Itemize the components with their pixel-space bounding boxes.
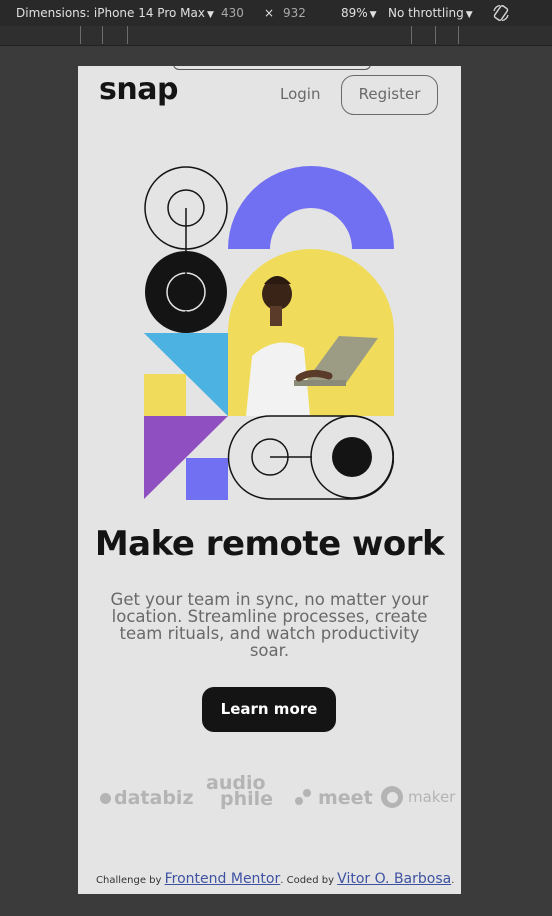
zoom-label: 89% — [341, 6, 368, 20]
height-input[interactable]: 932 — [283, 6, 306, 20]
chevron-down-icon: ▼ — [465, 10, 473, 20]
client-logos: databiz audio phile meet maker — [98, 771, 455, 811]
chevron-down-icon: ▼ — [206, 10, 214, 20]
meet-dots-icon — [295, 789, 311, 805]
throttling-dropdown[interactable]: No throttling ▼ — [388, 6, 473, 22]
logo[interactable]: snap — [99, 72, 178, 107]
databiz-logo: databiz — [114, 787, 194, 809]
rotate-icon[interactable] — [491, 3, 511, 23]
chevron-down-icon: ▼ — [369, 10, 377, 20]
width-input[interactable]: 430 — [221, 6, 244, 20]
device-viewport: snap Login Register Make remote work Get… — [78, 66, 461, 894]
author-link[interactable]: Vitor O. Barbosa — [337, 871, 451, 887]
hero-description: Get your team in sync, no matter your lo… — [110, 590, 429, 660]
audiophile-logo-bottom: phile — [220, 788, 274, 810]
hero-illustration — [144, 166, 394, 500]
frontend-mentor-link[interactable]: Frontend Mentor — [165, 871, 281, 887]
register-button[interactable]: Register — [341, 75, 438, 115]
attribution-footer: Challenge by Frontend Mentor. Coded by V… — [96, 871, 456, 887]
maker-circle-icon — [381, 786, 403, 808]
audiophile-logo: audio phile — [206, 774, 274, 810]
footer-challenge-prefix: Challenge by — [96, 875, 165, 886]
maker-logo: maker — [408, 788, 456, 806]
login-link[interactable]: Login — [280, 85, 320, 103]
zoom-dropdown[interactable]: 89% ▼ — [341, 6, 377, 22]
learn-more-button[interactable]: Learn more — [202, 687, 336, 732]
footer-suffix: . — [451, 875, 455, 886]
dimension-separator: × — [264, 6, 275, 20]
meet-logo: meet — [318, 787, 373, 809]
databiz-dot-icon — [100, 793, 111, 804]
devtools-toolbar: Dimensions: iPhone 14 Pro Max ▼ 430 × 932… — [0, 0, 552, 26]
throttling-label: No throttling — [388, 6, 464, 20]
device-notch — [173, 66, 371, 70]
media-query-ruler — [0, 26, 552, 46]
device-dimensions-label: Dimensions: iPhone 14 Pro Max — [16, 6, 205, 20]
hero-headline: Make remote work — [94, 524, 445, 564]
device-dimensions-dropdown[interactable]: Dimensions: iPhone 14 Pro Max ▼ — [16, 6, 214, 22]
footer-coded-prefix: . Coded by — [280, 875, 338, 886]
